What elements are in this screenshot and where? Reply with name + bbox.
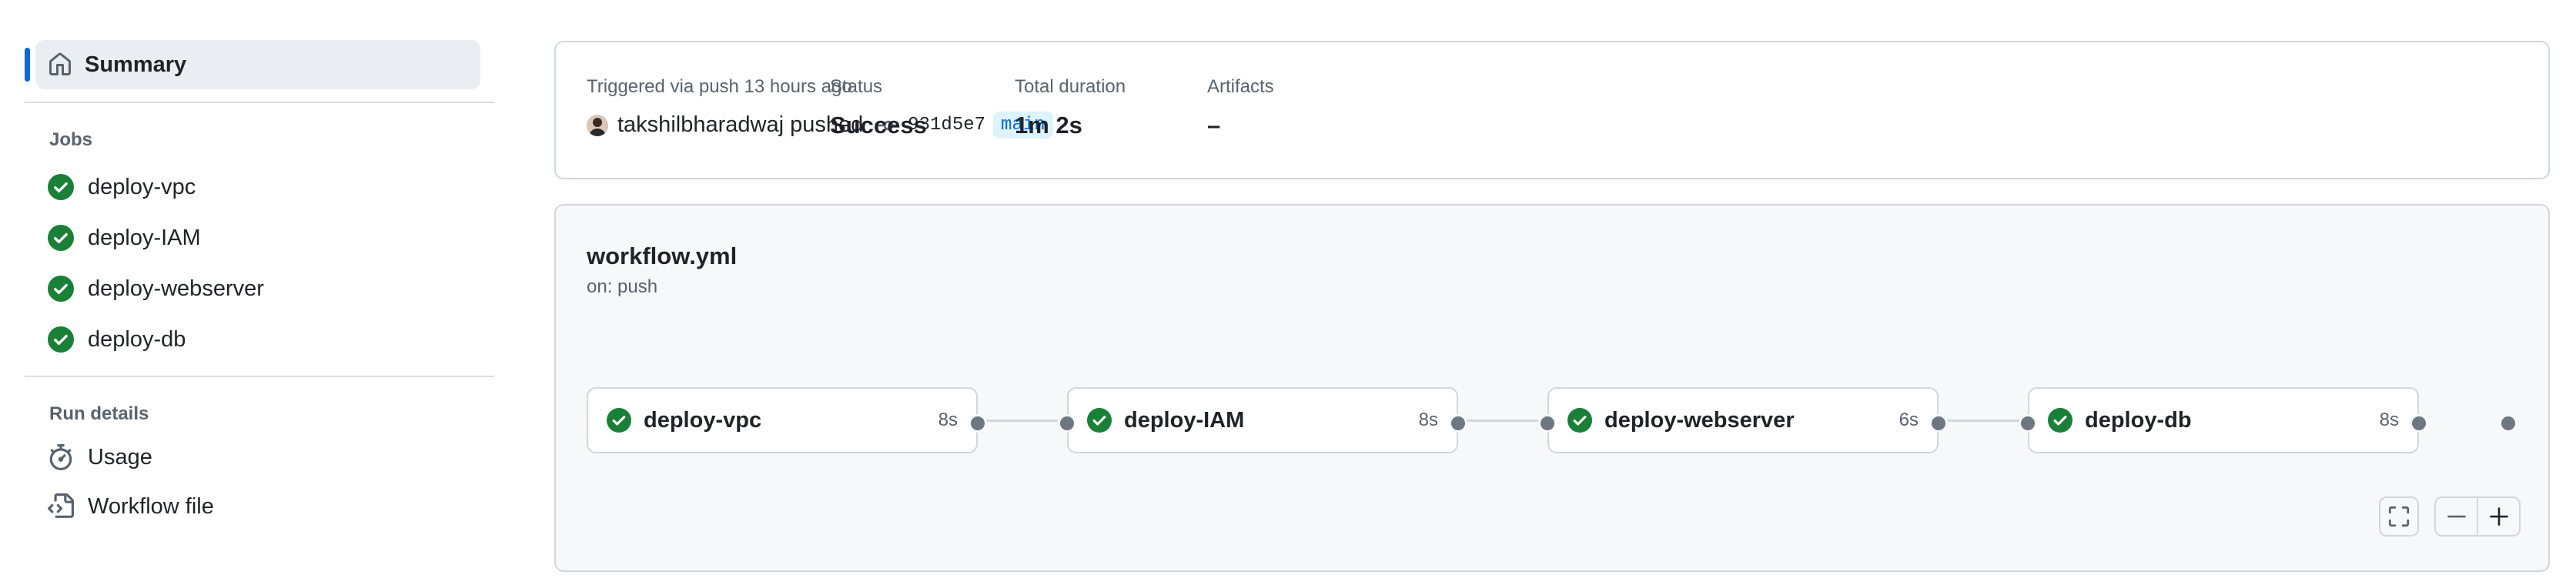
job-node-deploy-vpc[interactable]: deploy-vpc 8s <box>587 387 978 453</box>
connection-dot <box>969 414 987 433</box>
sidebar-item-deploy-vpc[interactable]: deploy-vpc <box>48 162 494 212</box>
jobs-list: deploy-vpc deploy-IAM deploy-webserver d… <box>25 162 494 365</box>
fullscreen-button[interactable] <box>2379 496 2419 537</box>
jobs-section-title: Jobs <box>49 129 93 150</box>
connection-dot <box>1929 414 1948 433</box>
sidebar-item-label: Workflow file <box>88 493 214 519</box>
plus-icon <box>2489 507 2508 526</box>
sidebar-item-label: Summary <box>85 52 187 77</box>
trigger-column: Triggered via push 13 hours ago takshilb… <box>587 76 1053 139</box>
sidebar-item-summary[interactable]: Summary <box>25 40 480 89</box>
job-connector <box>1458 420 1541 422</box>
connection-dot <box>2499 414 2517 433</box>
divider <box>25 376 494 377</box>
sidebar-item-deploy-db[interactable]: deploy-db <box>48 314 494 365</box>
job-name: deploy-db <box>2085 407 2192 433</box>
sidebar-item-label: deploy-vpc <box>88 174 196 199</box>
check-circle-icon <box>1087 408 1112 433</box>
check-circle-icon <box>48 326 74 353</box>
trigger-row: takshilbharadwaj pushed 931d5e7 main <box>587 112 1053 139</box>
check-circle-icon <box>48 276 74 302</box>
connection-dot <box>1449 414 1467 433</box>
duration-label: Total duration <box>1015 76 1126 97</box>
screen-full-icon <box>2388 506 2410 527</box>
job-duration: 8s <box>938 410 958 430</box>
dash-icon <box>2447 515 2466 518</box>
status-label: Status <box>830 76 883 97</box>
job-node-deploy-webserver[interactable]: deploy-webserver 6s <box>1547 387 1939 453</box>
sidebar-item-usage[interactable]: Usage <box>48 433 494 482</box>
job-node-deploy-iam[interactable]: deploy-IAM 8s <box>1067 387 1458 453</box>
job-connector <box>1939 420 2022 422</box>
job-duration: 8s <box>1418 410 1438 430</box>
artifacts-label: Artifacts <box>1207 76 1274 97</box>
job-name: deploy-webserver <box>1604 407 1795 433</box>
sidebar: Summary Jobs deploy-vpc deploy-IAM deplo… <box>25 40 494 531</box>
workflow-name: workflow.yml <box>587 242 738 269</box>
connection-dot <box>1538 414 1557 433</box>
status-value: Success <box>830 112 927 139</box>
avatar[interactable] <box>587 114 608 136</box>
workflow-graph: workflow.yml on: push deploy-vpc 8s depl… <box>554 204 2550 572</box>
active-indicator <box>25 48 30 82</box>
run-summary-card: Triggered via push 13 hours ago takshilb… <box>554 41 2550 179</box>
zoom-in-button[interactable] <box>2477 498 2519 535</box>
artifacts-column: Artifacts – <box>1207 76 1274 139</box>
job-connector <box>978 420 1061 422</box>
home-icon <box>49 52 71 75</box>
status-column: Status Success <box>830 76 927 139</box>
actor-name[interactable]: takshilbharadwaj pushed <box>617 112 863 138</box>
check-circle-icon <box>48 225 74 251</box>
divider <box>25 102 494 103</box>
job-duration: 6s <box>1899 410 1919 430</box>
check-circle-icon <box>2048 408 2073 433</box>
sidebar-item-deploy-webserver[interactable]: deploy-webserver <box>48 263 494 314</box>
run-details-section-title: Run details <box>49 403 149 424</box>
connection-dot <box>2410 414 2428 433</box>
stopwatch-icon <box>49 444 72 470</box>
check-circle-icon <box>48 174 74 200</box>
trigger-text: Triggered via push 13 hours ago <box>587 76 852 97</box>
file-code-icon <box>48 493 74 518</box>
duration-value: 1m 2s <box>1015 112 1082 139</box>
sidebar-item-label: deploy-webserver <box>88 276 264 301</box>
job-name: deploy-IAM <box>1124 407 1245 433</box>
job-name: deploy-vpc <box>644 407 762 433</box>
connection-dot <box>2019 414 2037 433</box>
sidebar-item-label: Usage <box>88 444 152 470</box>
job-node-deploy-db[interactable]: deploy-db 8s <box>2028 387 2419 453</box>
duration-column: Total duration 1m 2s <box>1015 76 1126 139</box>
job-duration: 8s <box>2379 410 2399 430</box>
run-details-list: Usage Workflow file <box>25 433 494 531</box>
zoom-out-button[interactable] <box>2436 498 2477 535</box>
sidebar-item-label: deploy-IAM <box>88 225 201 250</box>
sidebar-item-label: deploy-db <box>88 326 186 352</box>
workflow-trigger: on: push <box>587 276 658 297</box>
artifacts-value: – <box>1207 112 1221 139</box>
check-circle-icon <box>1567 408 1592 433</box>
zoom-controls <box>2434 496 2521 537</box>
connection-dot <box>1058 414 1076 433</box>
sidebar-item-workflow-file[interactable]: Workflow file <box>48 482 494 531</box>
check-circle-icon <box>607 408 631 433</box>
sidebar-item-deploy-iam[interactable]: deploy-IAM <box>48 212 494 263</box>
